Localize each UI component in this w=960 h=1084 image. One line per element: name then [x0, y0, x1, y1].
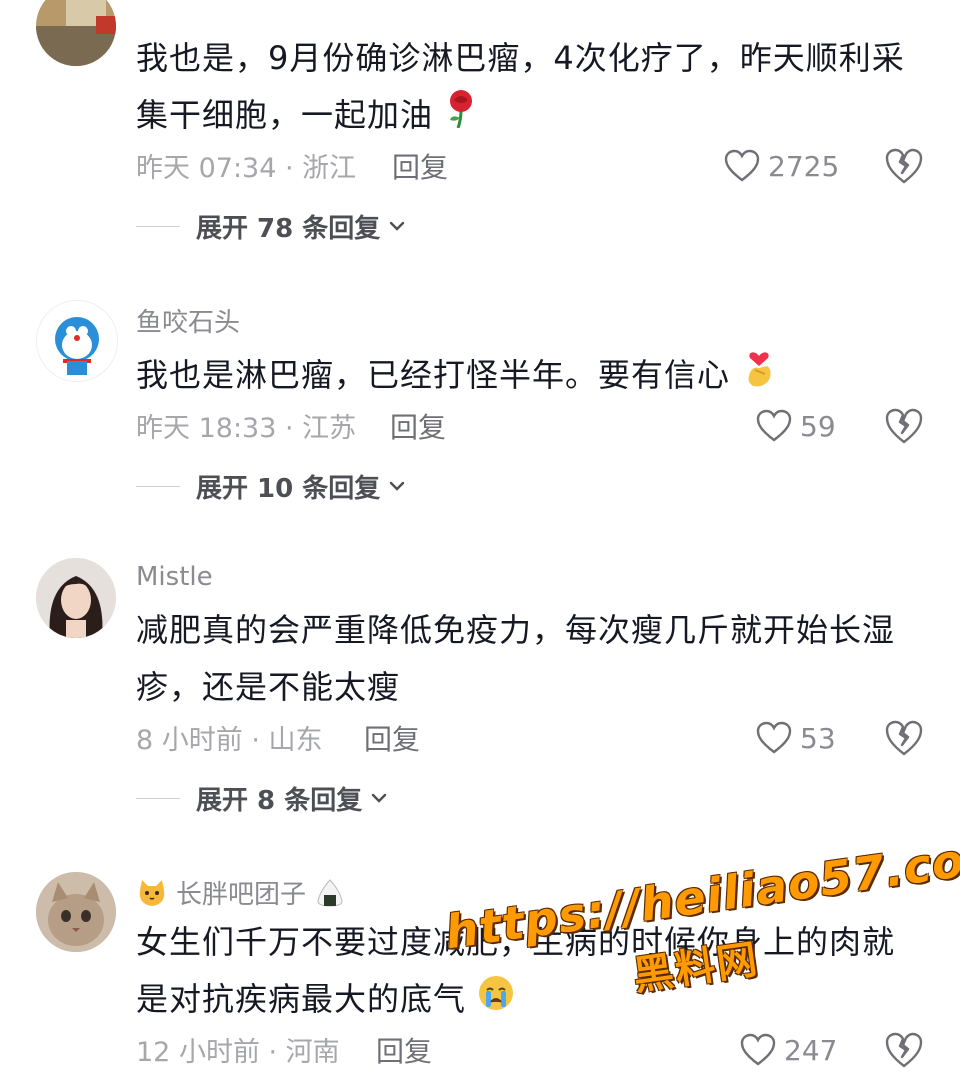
dislike-button[interactable] [884, 1030, 924, 1070]
divider [136, 797, 180, 799]
broken-heart-icon [885, 1032, 923, 1068]
like-button[interactable]: 2725 [724, 146, 839, 186]
like-count: 247 [784, 1033, 838, 1067]
comment-timestamp: 昨天 18:33 · 江苏 [136, 413, 357, 444]
dislike-button[interactable] [884, 718, 924, 758]
rose-icon [444, 88, 478, 146]
broken-heart-icon [885, 408, 923, 444]
avatar[interactable] [36, 558, 116, 638]
username[interactable]: 长胖吧团子 [136, 874, 346, 911]
comment-text: 减肥真的会严重降低免疫力，每次瘦几斤就开始长湿疹，还是不能太瘦 [136, 611, 896, 706]
divider [136, 225, 180, 227]
reply-button[interactable]: 回复 [392, 146, 448, 186]
comment-timestamp: 12 小时前 · 河南 [136, 1037, 340, 1068]
chevron-down-icon [372, 793, 387, 803]
expand-replies-button[interactable]: 展开 8 条回复 [136, 778, 388, 818]
cat-face-icon [139, 879, 165, 906]
expand-replies-button[interactable]: 展开 10 条回复 [136, 466, 406, 506]
broken-heart-icon [885, 148, 923, 184]
heart-icon [740, 1033, 776, 1066]
reply-button[interactable]: 回复 [364, 718, 420, 758]
heart-icon [724, 149, 760, 182]
comment-text: 女生们千万不要过度减肥，生病的时候你身上的肉就是对抗疾病最大的底气 [136, 914, 926, 1030]
finger-heart-icon [741, 346, 777, 408]
broken-heart-icon [885, 720, 923, 756]
comment-text: 我也是，9月份确诊淋巴瘤，4次化疗了，昨天顺利采集干细胞，一起加油 [136, 30, 926, 146]
like-count: 2725 [768, 149, 840, 183]
dislike-button[interactable] [884, 406, 924, 446]
comment-timestamp: 昨天 07:34 · 浙江 [136, 153, 357, 184]
comment-text: 我也是淋巴瘤，已经打怪半年。要有信心 [136, 346, 926, 408]
like-count: 53 [800, 721, 836, 755]
username[interactable]: Mistle [136, 562, 213, 592]
avatar[interactable] [36, 872, 116, 952]
avatar[interactable] [36, 0, 116, 66]
rice-ball-icon [317, 878, 343, 907]
like-button[interactable]: 247 [740, 1030, 837, 1070]
like-button[interactable]: 53 [756, 718, 836, 758]
heart-icon [756, 409, 792, 442]
chevron-down-icon [390, 221, 405, 231]
reply-button[interactable]: 回复 [376, 1030, 432, 1070]
avatar[interactable] [36, 300, 118, 382]
like-button[interactable]: 59 [756, 406, 836, 446]
like-count: 59 [800, 409, 836, 443]
dislike-button[interactable] [884, 146, 924, 186]
username[interactable]: 鱼咬石头 [136, 302, 240, 339]
reply-button[interactable]: 回复 [390, 406, 446, 446]
chevron-down-icon [390, 481, 405, 491]
crying-face-icon [477, 973, 515, 1030]
heart-icon [756, 721, 792, 754]
expand-replies-button[interactable]: 展开 78 条回复 [136, 206, 406, 246]
divider [136, 485, 180, 487]
comment-timestamp: 8 小时前 · 山东 [136, 725, 323, 756]
